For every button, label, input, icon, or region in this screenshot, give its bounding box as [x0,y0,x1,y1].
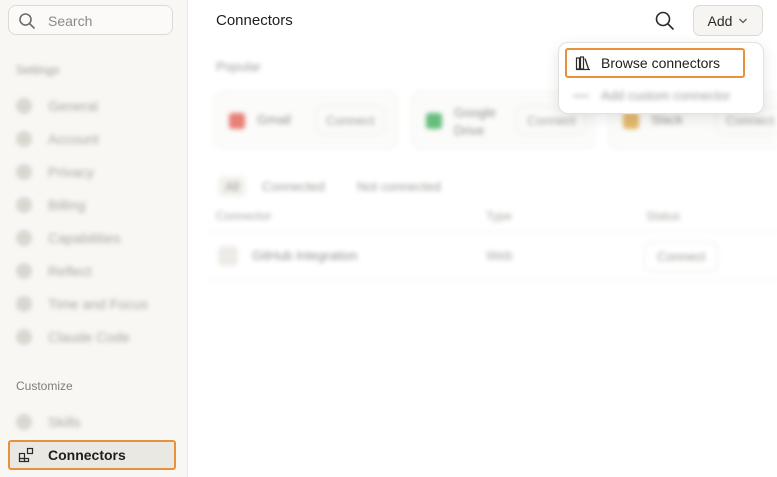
browse-connectors-item[interactable]: Browse connectors [565,48,745,78]
add-custom-icon [573,94,589,97]
column-header-status: Status [646,209,681,223]
connector-name: GitHub Integration [252,248,358,263]
browse-connectors-label: Browse connectors [601,55,721,71]
google-drive-icon [426,113,442,129]
library-icon [575,56,590,71]
filter-all[interactable]: All [218,176,247,197]
github-icon [218,246,238,266]
add-custom-connector-label: Add custom connector [601,88,731,103]
table-divider [205,231,777,232]
column-header-connector: Connector [216,209,272,223]
connector-type: Web [486,248,513,263]
table-divider [205,279,777,280]
connector-card-gmail[interactable]: Gmail Connect [214,91,398,149]
gmail-icon [229,113,245,129]
filter-connected[interactable]: Connected [262,179,325,194]
filter-not-connected[interactable]: Not connected [357,179,441,194]
add-dropdown-menu: Browse connectors Add custom connector [558,42,764,114]
slack-icon [623,113,639,129]
popular-label: Popular [216,59,261,74]
connect-button[interactable]: Connect [315,106,386,134]
connect-button[interactable]: Connect [644,242,719,272]
add-custom-connector-item[interactable]: Add custom connector [573,88,730,103]
column-header-type: Type [486,209,513,223]
